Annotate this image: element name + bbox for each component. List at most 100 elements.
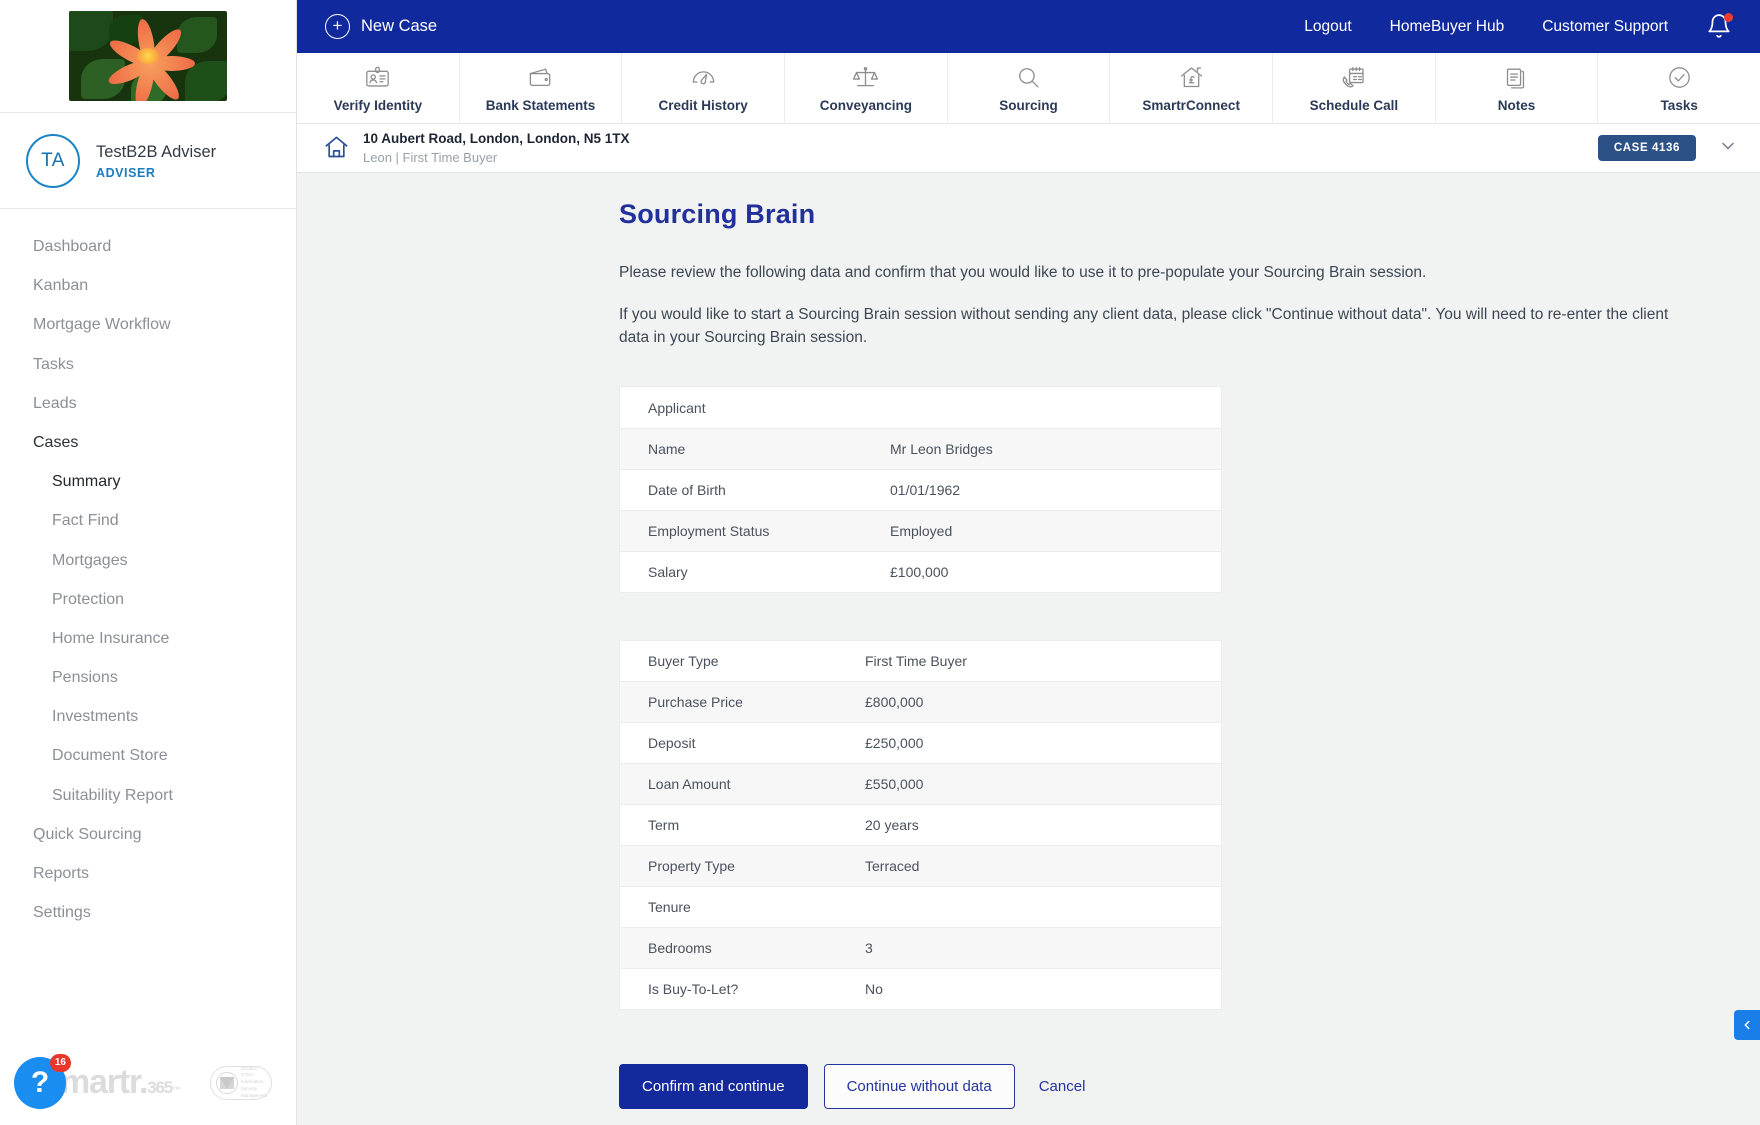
- top-bar-right: Logout HomeBuyer Hub Customer Support: [1304, 12, 1760, 41]
- magnifier-icon: [1019, 67, 1039, 88]
- tool-bank-statements[interactable]: Bank Statements: [460, 53, 623, 123]
- sidebar-footer: ? 16 martr. 365 ™ ISO/IEC 27001 Informatio…: [0, 1040, 296, 1125]
- table-row: Name Mr Leon Bridges: [620, 429, 1221, 471]
- id-card-icon: [366, 66, 390, 87]
- row-label: Employment Status: [648, 523, 770, 540]
- table-header-label: Applicant: [648, 399, 706, 416]
- user-block[interactable]: TA TestB2B Adviser ADVISER: [0, 113, 296, 209]
- notification-dot: [1724, 12, 1733, 22]
- case-bar-left: 10 Aubert Road, London, London, N5 1TX L…: [323, 130, 630, 167]
- table-row: Buyer Type First Time Buyer: [620, 641, 1221, 683]
- tool-notes[interactable]: Notes: [1436, 53, 1599, 123]
- row-label: Deposit: [648, 735, 696, 752]
- confirm-and-continue-button[interactable]: Confirm and continue: [619, 1064, 808, 1110]
- table-row: Term 20 years: [620, 805, 1221, 847]
- sidebar-item-cases[interactable]: Cases: [0, 423, 296, 462]
- row-value: £550,000: [865, 776, 924, 793]
- tool-verify-identity[interactable]: Verify Identity: [297, 53, 460, 123]
- logo-trademark: ™: [172, 1085, 181, 1095]
- tool-label: Sourcing: [999, 97, 1058, 113]
- row-value: 20 years: [865, 817, 919, 834]
- row-label: Is Buy-To-Let?: [648, 981, 739, 998]
- iso-line-4: Management: [240, 1092, 268, 1098]
- sidebar-item-dashboard[interactable]: Dashboard: [0, 227, 296, 266]
- brand-photo-container: [0, 0, 296, 113]
- cancel-button[interactable]: Cancel: [1031, 1065, 1094, 1108]
- case-bar-text: 10 Aubert Road, London, London, N5 1TX L…: [363, 130, 630, 167]
- plus-circle-icon: +: [325, 14, 350, 39]
- main-area: + New Case Logout HomeBuyer Hub Customer…: [297, 0, 1760, 1125]
- action-buttons: Confirm and continue Continue without da…: [619, 1064, 1760, 1110]
- table-row: Loan Amount £550,000: [620, 764, 1221, 806]
- app-root: TA TestB2B Adviser ADVISER Dashboard Kanb…: [0, 0, 1760, 1125]
- house-icon: [325, 137, 348, 158]
- sidebar-item-fact-find[interactable]: Fact Find: [0, 501, 296, 540]
- row-value: £100,000: [890, 564, 949, 581]
- smartr365-logo: martr. 365 ™: [60, 1063, 181, 1102]
- avatar: TA: [26, 133, 80, 188]
- sidebar-item-reports[interactable]: Reports: [0, 854, 296, 893]
- sidebar: TA TestB2B Adviser ADVISER Dashboard Kanb…: [0, 0, 297, 1125]
- chevron-down-icon[interactable]: [1718, 136, 1738, 161]
- row-label: Bedrooms: [648, 940, 712, 957]
- sidebar-item-tasks[interactable]: Tasks: [0, 345, 296, 384]
- tool-schedule-call[interactable]: Schedule Call: [1273, 53, 1436, 123]
- sidebar-item-document-store[interactable]: Document Store: [0, 736, 296, 775]
- row-label: Property Type: [648, 858, 735, 875]
- customer-support-link[interactable]: Customer Support: [1542, 18, 1668, 36]
- user-info: TestB2B Adviser ADVISER: [96, 141, 216, 180]
- tool-bar: Verify Identity Bank Statements Credit His…: [297, 53, 1760, 124]
- sidebar-item-investments[interactable]: Investments: [0, 697, 296, 736]
- table-row: Bedrooms 3: [620, 928, 1221, 970]
- table-row: Purchase Price £800,000: [620, 682, 1221, 724]
- sidebar-item-protection[interactable]: Protection: [0, 580, 296, 619]
- tool-smartrconnect[interactable]: SmartrConnect: [1110, 53, 1274, 123]
- sidebar-item-summary[interactable]: Summary: [0, 462, 296, 501]
- sidebar-item-kanban[interactable]: Kanban: [0, 266, 296, 305]
- calendar-phone-icon: [1342, 66, 1365, 87]
- tool-sourcing[interactable]: Sourcing: [948, 53, 1111, 123]
- tool-credit-history[interactable]: Credit History: [622, 53, 786, 123]
- sidebar-item-mortgages[interactable]: Mortgages: [0, 541, 296, 580]
- check-circle-icon: [1668, 66, 1690, 88]
- row-value: No: [865, 981, 883, 998]
- table-row: Salary £100,000: [620, 552, 1221, 594]
- tool-label: Verify Identity: [333, 97, 423, 113]
- row-label: Salary: [648, 564, 688, 581]
- logo-text: martr.: [60, 1063, 149, 1101]
- tool-tasks[interactable]: Tasks: [1598, 53, 1760, 123]
- table-row: Property Type Terraced: [620, 846, 1221, 888]
- sidebar-item-mortgage-workflow[interactable]: Mortgage Workflow: [0, 305, 296, 344]
- panel-collapse-handle[interactable]: [1734, 1010, 1760, 1040]
- sidebar-item-home-insurance[interactable]: Home Insurance: [0, 619, 296, 658]
- help-button[interactable]: ? 16: [14, 1053, 71, 1109]
- chevron-left-icon: [1744, 1020, 1750, 1030]
- row-label: Date of Birth: [648, 482, 726, 499]
- sidebar-item-pensions[interactable]: Pensions: [0, 658, 296, 697]
- table-row: Employment Status Employed: [620, 511, 1221, 553]
- sidebar-item-suitability-report[interactable]: Suitability Report: [0, 776, 296, 815]
- question-mark-icon: ?: [30, 1065, 50, 1099]
- kitemark-icon: [215, 1071, 238, 1094]
- logout-link[interactable]: Logout: [1304, 18, 1351, 36]
- tool-label: Credit History: [658, 97, 748, 113]
- sidebar-item-leads[interactable]: Leads: [0, 384, 296, 423]
- sidebar-item-quick-sourcing[interactable]: Quick Sourcing: [0, 815, 296, 854]
- homebuyer-hub-link[interactable]: HomeBuyer Hub: [1390, 18, 1505, 36]
- row-value: 3: [865, 940, 873, 957]
- notifications-bell-button[interactable]: [1706, 12, 1733, 41]
- tool-label: Notes: [1497, 97, 1536, 113]
- tool-conveyancing[interactable]: Conveyancing: [785, 53, 948, 123]
- flower-photo: [69, 11, 227, 101]
- sidebar-item-settings[interactable]: Settings: [0, 893, 296, 932]
- case-number-badge[interactable]: CASE 4136: [1597, 135, 1696, 161]
- page-title: Sourcing Brain: [619, 199, 816, 229]
- row-value: Mr Leon Bridges: [890, 441, 993, 458]
- table-header-row: Applicant: [620, 387, 1221, 430]
- mortgage-details-table: Buyer Type First Time Buyer Purchase Price…: [619, 640, 1222, 1011]
- new-case-button[interactable]: + New Case: [325, 14, 437, 39]
- sidebar-nav: Dashboard Kanban Mortgage Workflow Tasks Lea…: [0, 209, 296, 1040]
- continue-without-data-button[interactable]: Continue without data: [823, 1064, 1015, 1110]
- help-badge: 16: [49, 1053, 71, 1072]
- page-content: Sourcing Brain Please review the followi…: [297, 173, 1760, 1125]
